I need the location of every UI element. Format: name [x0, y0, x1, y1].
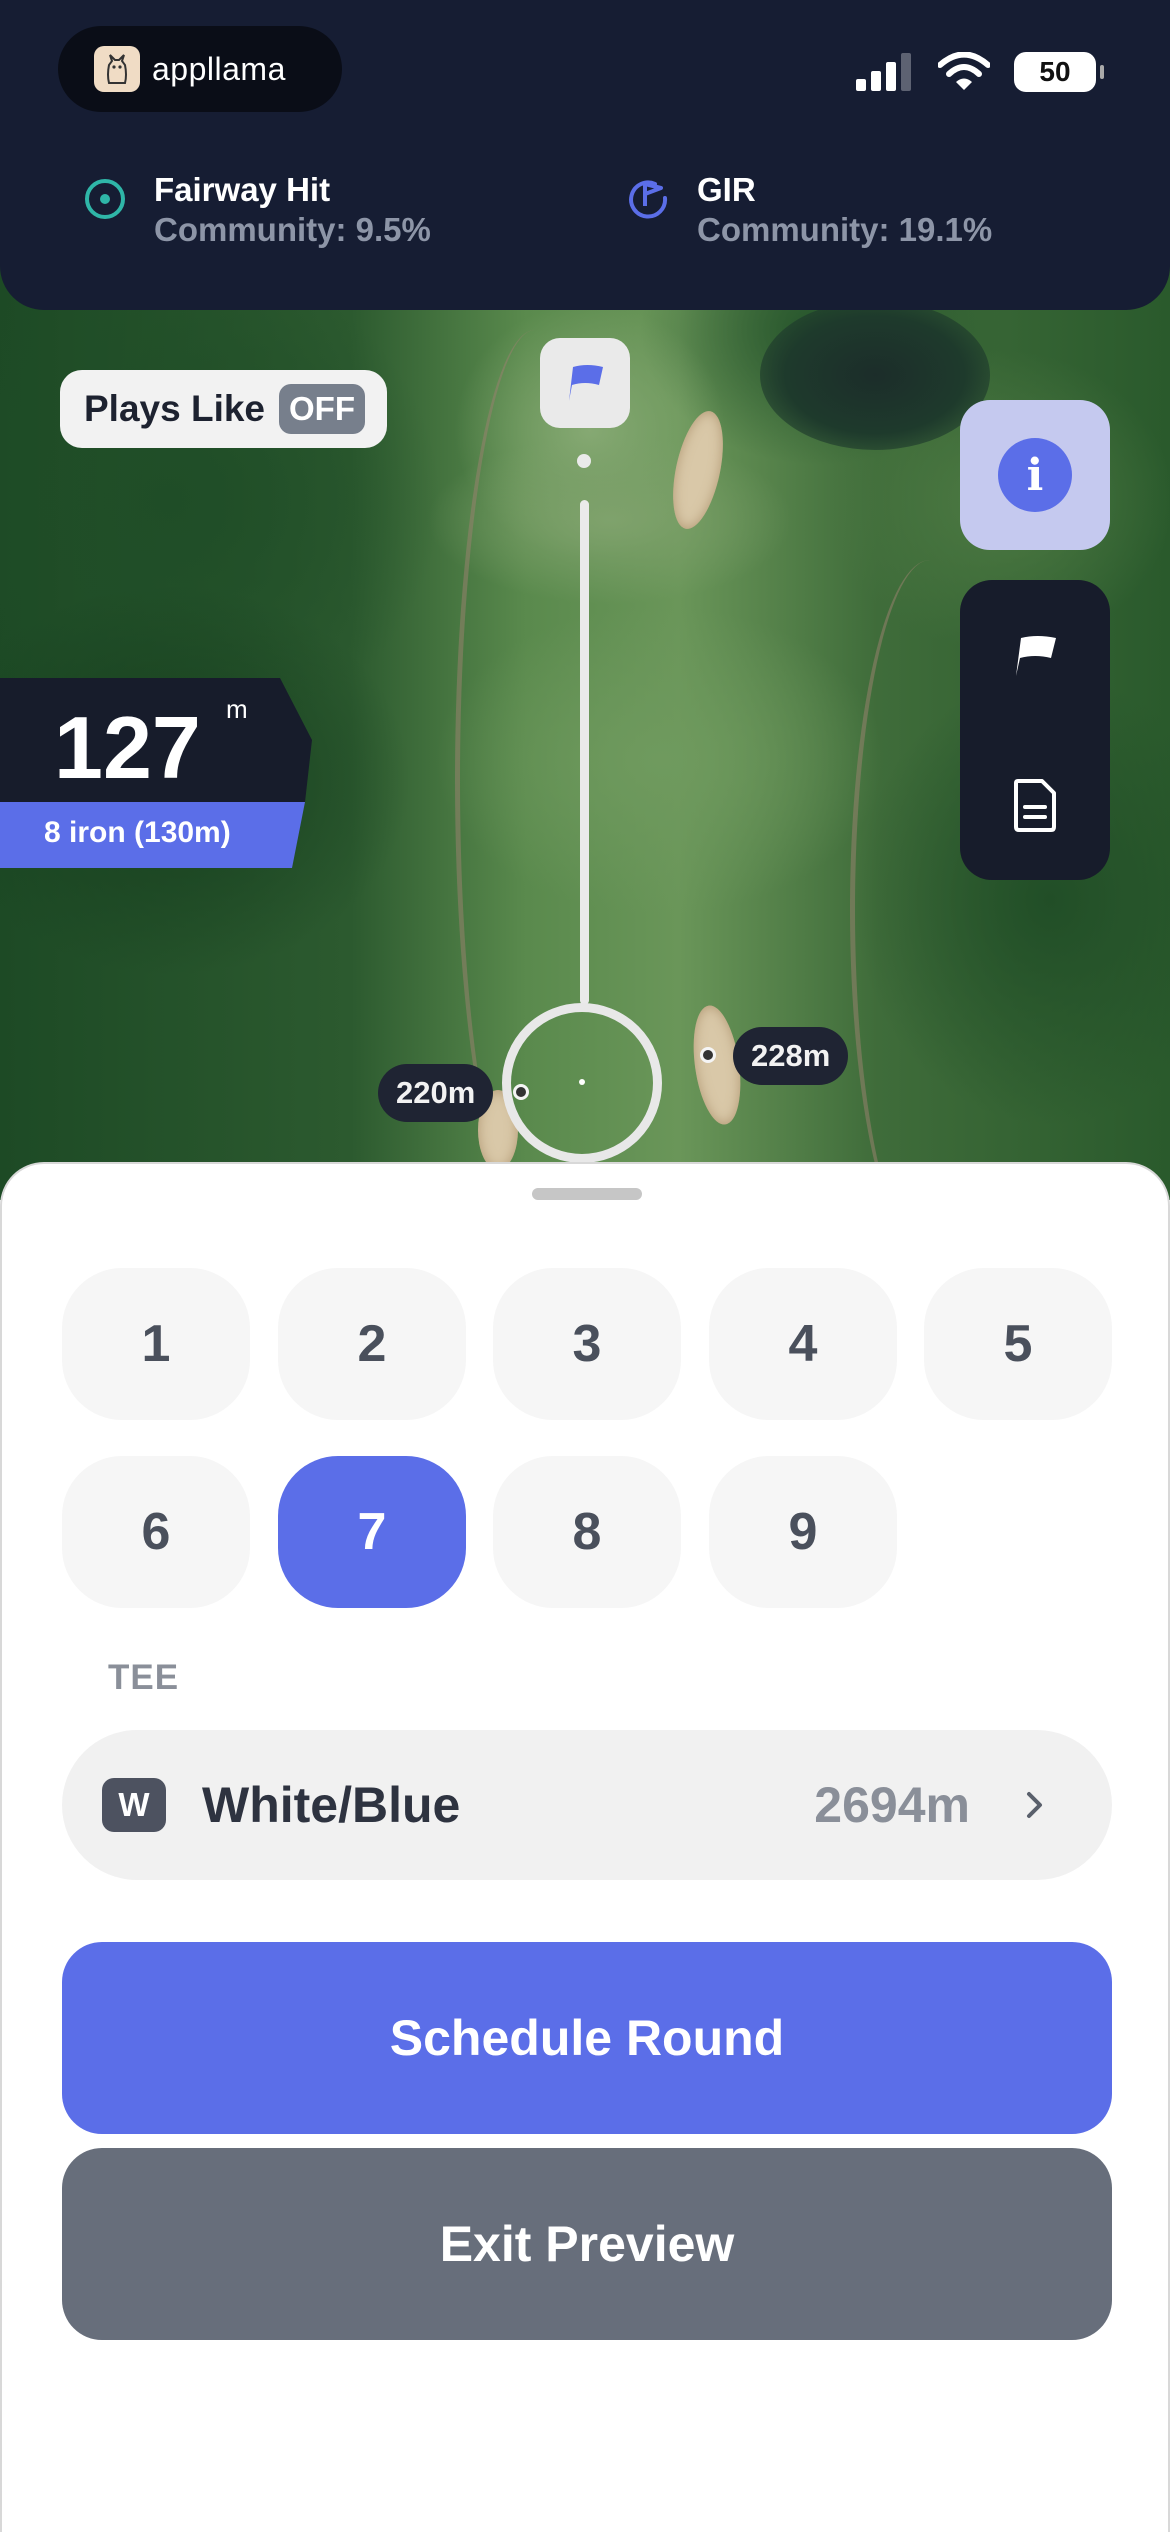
fairway-hit-community: Community: 9.5% [154, 211, 431, 248]
document-icon [1014, 779, 1056, 832]
tee-section-label: TEE [108, 1658, 180, 1697]
hole-button-7[interactable]: 7 [278, 1456, 466, 1608]
plays-like-state: OFF [279, 384, 365, 434]
distance-card[interactable]: 127 m 8 iron (130m) [0, 678, 312, 868]
tee-selector[interactable]: W White/Blue 2694m [62, 1730, 1112, 1880]
distance-unit: m [226, 694, 248, 724]
water-hazard [760, 300, 990, 450]
status-bar: 50 [856, 52, 1104, 92]
distance-marker-dot [513, 1084, 529, 1100]
flag-icon [569, 365, 603, 401]
top-header: appllama 50 Fairway Hit Community: 9.5% [0, 0, 1170, 310]
distance-marker-dot [700, 1047, 716, 1063]
scorecard-button[interactable] [1005, 775, 1065, 835]
wifi-icon [938, 52, 990, 90]
hole-button-4[interactable]: 4 [709, 1268, 897, 1420]
gir-community: Community: 19.1% [697, 211, 993, 248]
distance-value: 127 [54, 698, 201, 797]
hole-button-5[interactable]: 5 [924, 1268, 1112, 1420]
gir-stat: GIR Community: 19.1% [625, 170, 992, 250]
club-recommendation: 8 iron (130m) [44, 816, 231, 849]
sheet-grabber[interactable] [532, 1188, 642, 1200]
plays-like-label: Plays Like [84, 388, 266, 429]
flag-tool-button[interactable] [1005, 625, 1065, 685]
target-center [579, 1079, 585, 1085]
distance-tag-right: 228m [733, 1027, 849, 1085]
plays-like-toggle[interactable]: Plays Like OFF [60, 370, 387, 448]
app-name: appllama [152, 50, 286, 87]
info-button[interactable]: i [960, 400, 1110, 550]
tee-name: White/Blue [202, 1777, 461, 1833]
info-icon: i [998, 438, 1072, 512]
pin-flag-marker[interactable] [540, 338, 630, 428]
chevron-right-icon [1027, 1792, 1042, 1818]
fairway-hit-title: Fairway Hit [154, 171, 331, 208]
fairway-hit-stat: Fairway Hit Community: 9.5% [82, 170, 431, 250]
llama-logo-icon [94, 46, 140, 92]
tee-length: 2694m [814, 1777, 970, 1833]
hole-button-8[interactable]: 8 [493, 1456, 681, 1608]
sand-bunker [664, 406, 732, 534]
exit-preview-button[interactable]: Exit Preview [62, 2148, 1112, 2340]
bottom-sheet: 1 2 3 4 5 6 7 8 9 TEE W White/Blue 2694m… [0, 1162, 1170, 2532]
cellular-signal-icon [856, 53, 911, 91]
target-icon [85, 179, 125, 219]
distance-tag-left: 220m [378, 1064, 494, 1122]
aim-point [577, 454, 591, 468]
hole-button-9[interactable]: 9 [709, 1456, 897, 1608]
map-tool-stack [960, 580, 1110, 880]
tee-badge: W [102, 1778, 166, 1832]
hole-button-3[interactable]: 3 [493, 1268, 681, 1420]
battery-level: 50 [1039, 56, 1071, 87]
hole-button-6[interactable]: 6 [62, 1456, 250, 1608]
green-flag-icon [629, 180, 668, 219]
gir-title: GIR [697, 171, 756, 208]
hole-button-1[interactable]: 1 [62, 1268, 250, 1420]
schedule-round-button[interactable]: Schedule Round [62, 1942, 1112, 2134]
aim-line [580, 500, 589, 1005]
flag-icon [1016, 636, 1056, 676]
battery-indicator: 50 [1014, 52, 1104, 92]
hole-button-2[interactable]: 2 [278, 1268, 466, 1420]
app-logo: appllama [58, 26, 342, 112]
